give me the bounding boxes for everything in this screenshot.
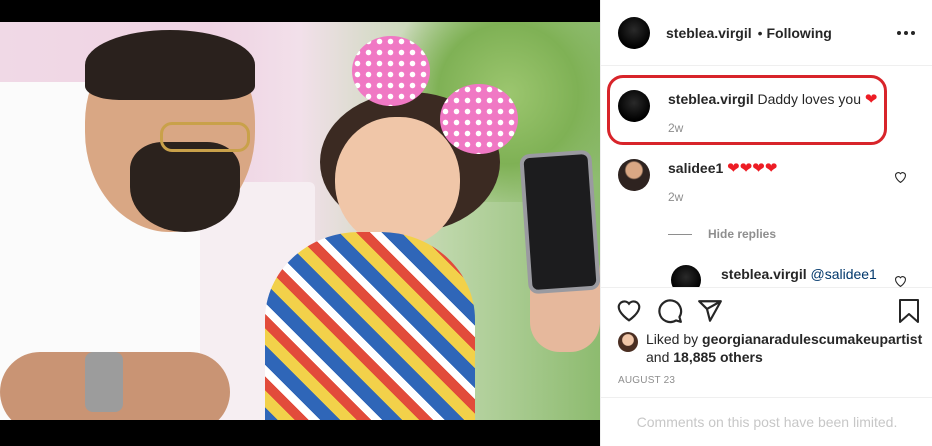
more-horizontal-icon[interactable] — [896, 20, 916, 41]
reply-item: steblea.virgil @salidee1 — [671, 265, 877, 287]
photo-man-hair — [85, 30, 255, 100]
following-button[interactable]: Following — [767, 25, 832, 41]
replies-divider-line — [668, 233, 692, 235]
post-side-panel: steblea.virgil • Following steblea.virgi… — [600, 0, 932, 446]
comment-timestamp[interactable]: 2w — [668, 190, 777, 204]
post-header: steblea.virgil • Following — [601, 0, 932, 66]
liked-by-prefix: Liked by — [646, 331, 699, 347]
comment-timestamp[interactable]: 2w — [668, 121, 877, 135]
comments-list[interactable]: steblea.virgil Daddy loves you ❤ 2w sali… — [601, 67, 932, 287]
comment-text: Daddy loves you — [757, 91, 861, 107]
post-media-container — [0, 0, 600, 446]
reply-avatar[interactable] — [671, 265, 701, 287]
photo-phone — [519, 149, 600, 295]
comment-like-heart-icon[interactable] — [894, 171, 907, 186]
bookmark-icon[interactable] — [897, 298, 923, 324]
liked-by-user[interactable]: georgianaradulescumakeupartist — [702, 331, 922, 347]
paper-plane-icon[interactable] — [697, 298, 723, 324]
photo-wristwatch — [85, 352, 123, 412]
hide-replies-button[interactable]: Hide replies — [668, 227, 776, 241]
reply-mention[interactable]: @salidee1 — [810, 266, 876, 282]
photo-girl-face — [335, 117, 460, 247]
author-avatar[interactable] — [618, 16, 650, 49]
post-photo[interactable] — [0, 22, 600, 420]
photo-girl-dress — [265, 232, 475, 420]
comment-username[interactable]: salidee1 — [668, 160, 723, 176]
likes-count-link[interactable]: 18,885 others — [673, 349, 763, 365]
heart-emoji: ❤❤❤❤ — [727, 160, 778, 177]
liked-by-section: Liked by georgianaradulescumakeupartist … — [618, 330, 932, 366]
comment-item: steblea.virgil Daddy loves you ❤ 2w — [618, 90, 877, 135]
heart-emoji: ❤ — [864, 91, 878, 108]
comments-limited-notice: Comments on this post have been limited. — [601, 397, 932, 446]
comment-avatar[interactable] — [618, 159, 650, 191]
liked-by-and: and — [646, 349, 670, 365]
author-username[interactable]: steblea.virgil — [666, 25, 752, 41]
photo-man-glasses — [160, 122, 250, 152]
liked-by-avatar[interactable] — [618, 332, 638, 352]
photo-polka-dot-ear-right — [440, 84, 518, 154]
photo-man-beard — [130, 142, 240, 232]
post-actions-bar — [601, 287, 932, 331]
hide-replies-label: Hide replies — [708, 227, 777, 241]
reply-username[interactable]: steblea.virgil — [721, 266, 807, 282]
post-date[interactable]: AUGUST 23 — [618, 375, 675, 386]
comment-icon[interactable] — [657, 298, 683, 324]
header-separator: • — [757, 24, 763, 41]
photo-polka-dot-ear-left — [352, 36, 430, 106]
reply-like-heart-icon[interactable] — [894, 275, 907, 287]
comment-avatar[interactable] — [618, 90, 650, 122]
heart-outline-icon[interactable] — [616, 298, 642, 324]
comment-username[interactable]: steblea.virgil — [668, 91, 754, 107]
comment-item: salidee1 ❤❤❤❤ 2w — [618, 159, 777, 204]
